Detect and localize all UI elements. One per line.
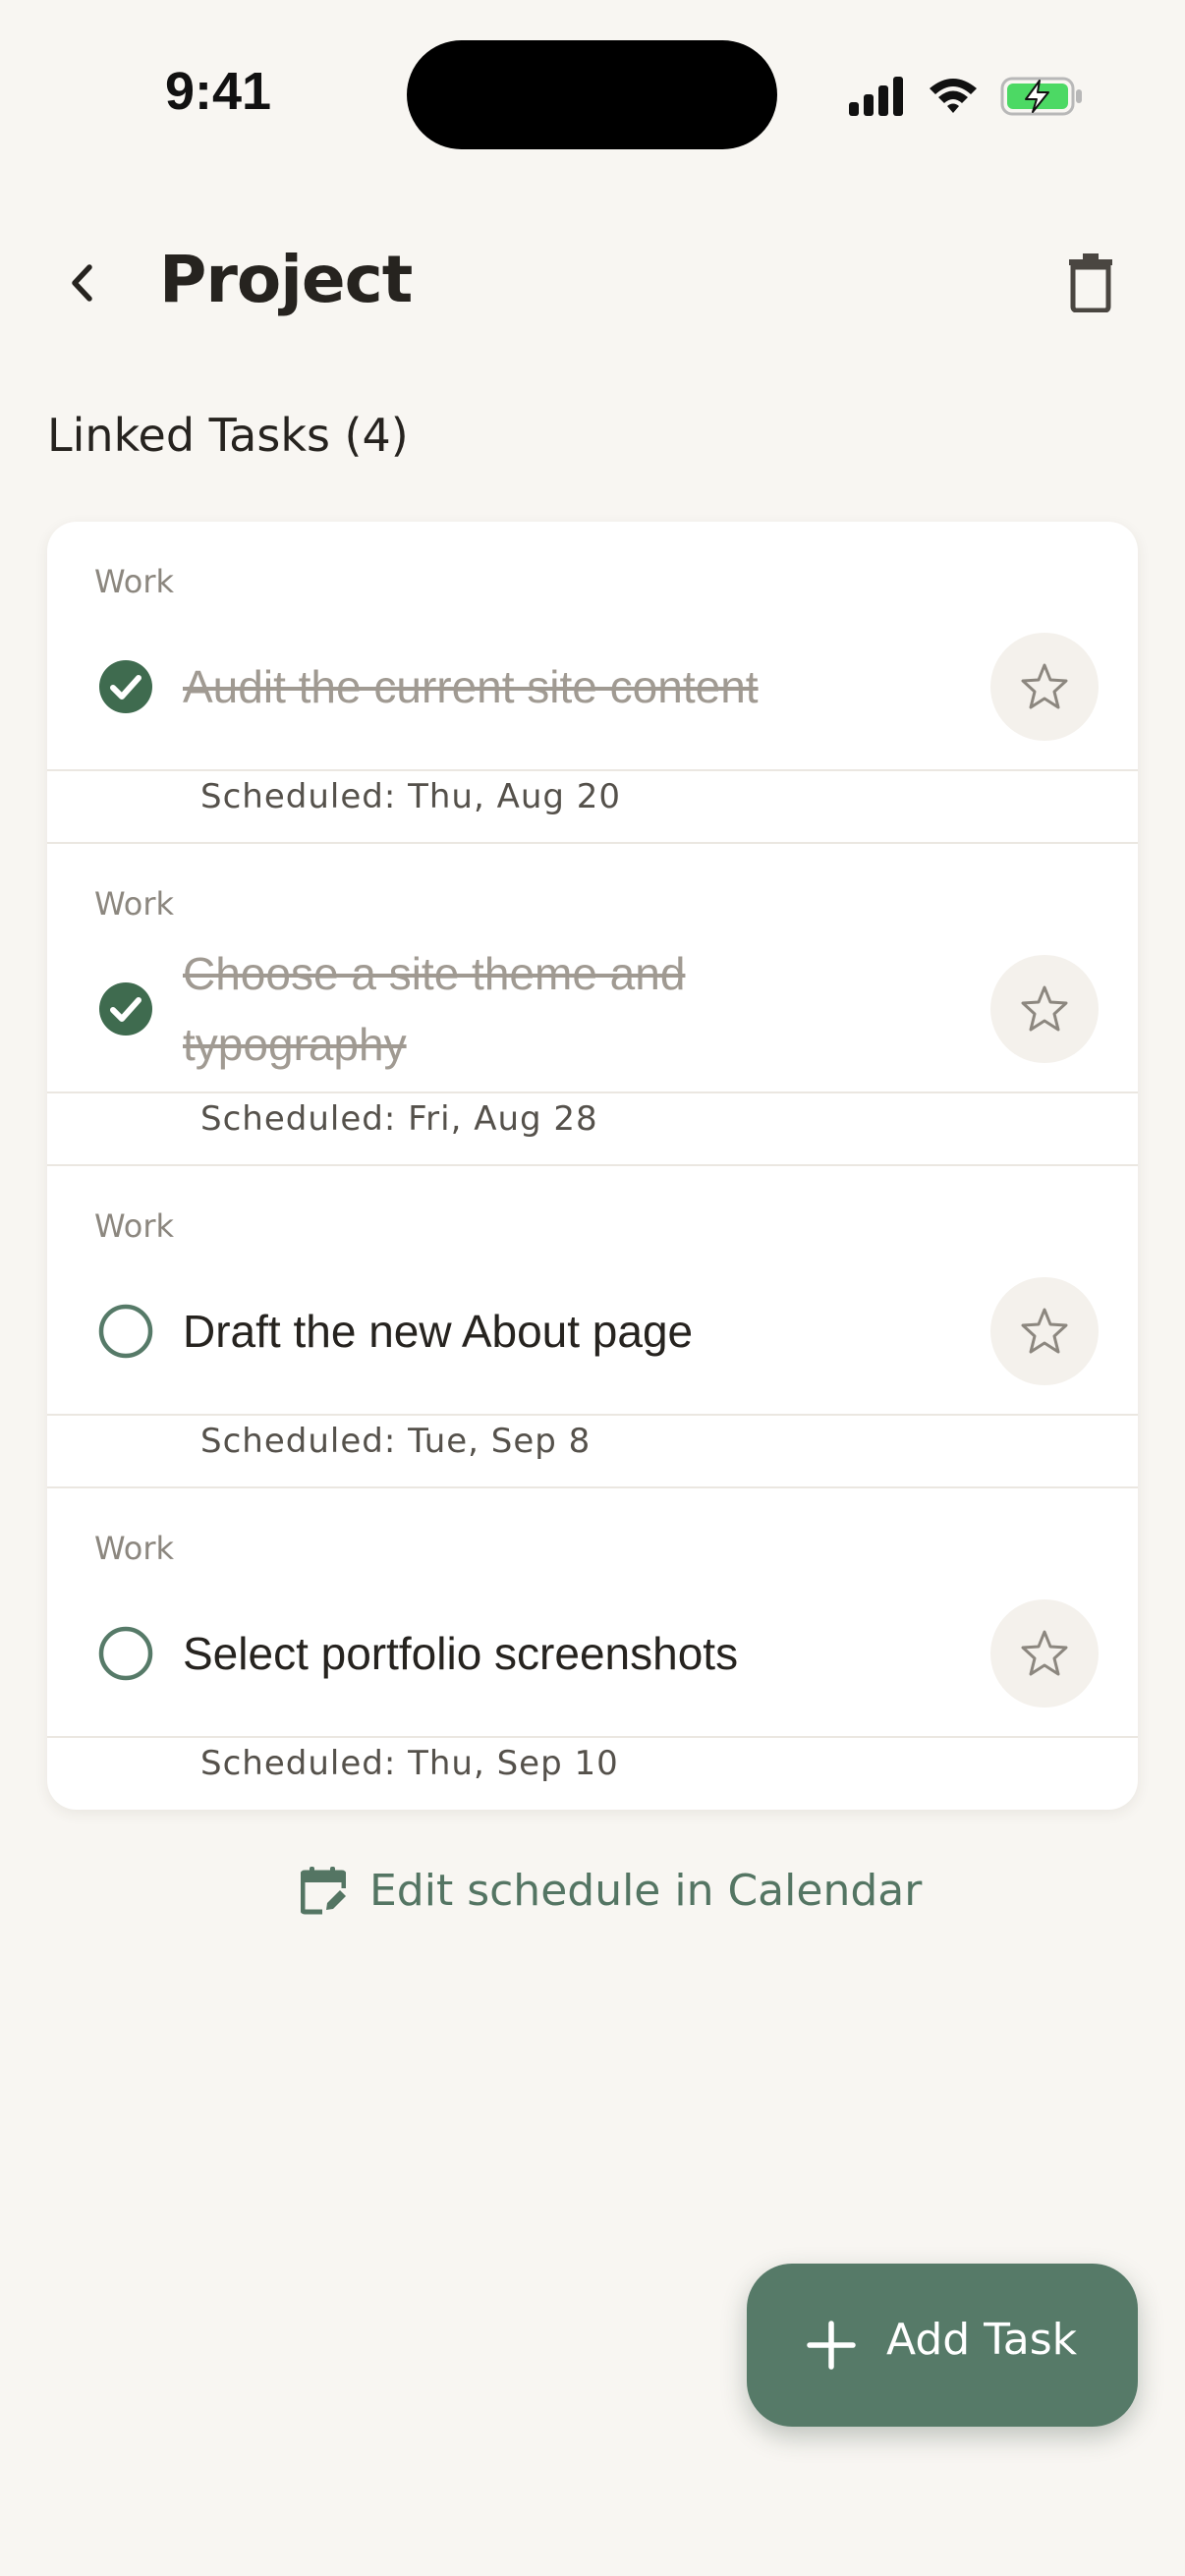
linked-tasks-heading: Linked Tasks (4) [47,409,409,462]
star-outline-icon [1021,1630,1068,1676]
star-outline-icon [1021,663,1068,709]
task-divider [47,1414,1138,1416]
wifi-icon [930,79,977,113]
edit-schedule-link[interactable]: Edit schedule in Calendar [301,1861,922,1920]
task-item: Work Choose a site theme and typography … [47,844,1138,1166]
task-schedule: Scheduled: Thu, Sep 10 [200,1744,619,1783]
task-title: Choose a site theme and typography [183,948,686,1070]
task-divider [47,1736,1138,1738]
chevron-left-icon [72,264,92,302]
star-button[interactable] [990,1599,1099,1708]
star-button[interactable] [990,1277,1099,1385]
checkbox-unchecked-icon[interactable] [98,1304,153,1359]
task-category: Work [94,885,175,923]
status-bar: 9:41 [0,0,1185,187]
task-title: Audit the current site content [183,661,759,712]
task-category: Work [94,1207,175,1245]
trash-icon [1069,253,1112,312]
checkbox-unchecked-icon[interactable] [98,1626,153,1681]
cellular-signal-icon [849,77,903,116]
task-category: Work [94,1530,175,1567]
checkbox-checked-icon[interactable] [98,981,153,1036]
star-outline-icon [1021,1308,1068,1354]
dynamic-island [407,40,777,149]
back-button[interactable] [45,246,120,320]
add-task-label: Add Task [886,2315,1078,2365]
task-item: Work Select portfolio screenshots Schedu… [47,1488,1138,1810]
task-schedule: Scheduled: Thu, Aug 20 [200,777,622,816]
checkbox-checked-icon[interactable] [98,659,153,714]
page-title: Project [159,242,413,317]
edit-schedule-label: Edit schedule in Calendar [369,1865,923,1916]
star-button[interactable] [990,955,1099,1063]
task-divider [47,1092,1138,1093]
task-title: Draft the new About page [183,1306,694,1357]
task-divider [47,769,1138,771]
task-item: Work Draft the new About page Scheduled:… [47,1166,1138,1488]
header: Project [0,216,1185,354]
task-title: Select portfolio screenshots [183,1628,739,1679]
add-task-button[interactable]: Add Task [747,2264,1138,2427]
status-time: 9:41 [165,62,272,121]
task-item: Work Audit the current site content Sche… [47,522,1138,844]
battery-charging-icon [1000,77,1082,116]
delete-button[interactable] [1053,246,1128,320]
calendar-edit-icon [301,1867,346,1915]
star-outline-icon [1021,985,1068,1032]
task-schedule: Scheduled: Fri, Aug 28 [200,1099,598,1139]
task-schedule: Scheduled: Tue, Sep 8 [200,1422,592,1461]
task-category: Work [94,563,175,600]
star-button[interactable] [990,633,1099,741]
linked-tasks-card: Work Audit the current site content Sche… [47,522,1138,1810]
plus-icon [807,2321,856,2370]
